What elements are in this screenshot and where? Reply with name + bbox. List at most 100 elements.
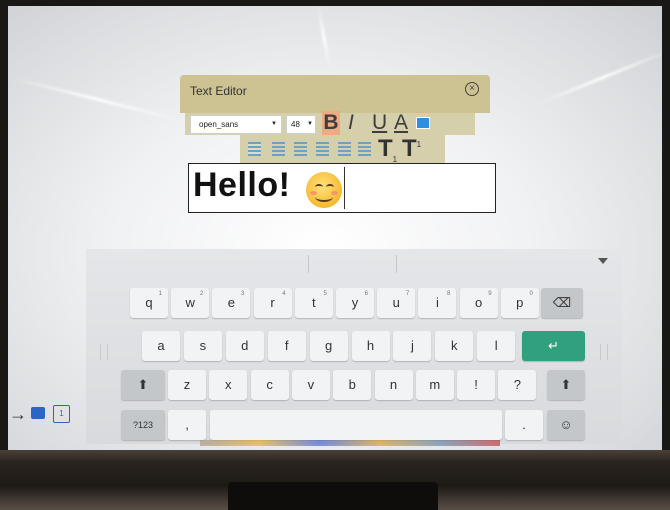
key-label: e [227, 295, 235, 310]
emoji-icon: ☺ [559, 417, 573, 432]
key-i[interactable]: i8 [418, 288, 457, 318]
key-z[interactable]: z [168, 370, 206, 400]
shift-icon: ⬆ [137, 377, 149, 392]
indent-icon[interactable] [338, 142, 351, 156]
key-c[interactable]: c [250, 370, 289, 400]
key-label: x [225, 377, 232, 392]
symbols-key[interactable]: ?123 [121, 410, 165, 440]
align-right-icon[interactable] [294, 142, 307, 156]
key-f[interactable]: f [267, 331, 306, 361]
key-w[interactable]: w2 [171, 288, 210, 318]
subscript-button[interactable]: T1 [378, 135, 397, 164]
keyboard-drag-handle[interactable] [600, 344, 608, 360]
monitor-stand [228, 482, 438, 510]
text-editor-panel: Text Editor × open_sans ▼ 48 ▼ B I U A T… [180, 75, 496, 213]
period-key[interactable]: . [505, 410, 543, 440]
shift-key-left[interactable]: ⬆ [121, 370, 165, 400]
close-icon[interactable]: × [465, 82, 479, 96]
underline-button[interactable]: U [372, 111, 387, 135]
key-x[interactable]: x [209, 370, 248, 400]
key-u[interactable]: u7 [377, 288, 416, 318]
key-label: a [157, 338, 165, 353]
align-center-icon[interactable] [272, 142, 285, 156]
key-q[interactable]: q1 [130, 288, 168, 318]
key-o[interactable]: o9 [459, 288, 498, 318]
shift-key-right[interactable]: ⬆ [547, 370, 585, 400]
key-label: r [270, 295, 275, 310]
key-m[interactable]: m [415, 370, 454, 400]
key-j[interactable]: j [393, 331, 432, 361]
key-g[interactable]: g [309, 331, 348, 361]
key-number-hint: 9 [488, 291, 492, 297]
bold-button[interactable]: B [322, 111, 340, 135]
superscript-button[interactable]: T1 [402, 135, 421, 163]
enter-key[interactable]: ↵ [522, 331, 585, 361]
key-label: j [410, 338, 414, 353]
key-r[interactable]: r4 [253, 288, 292, 318]
key-label: ? [513, 377, 521, 392]
comma-key[interactable]: , [168, 410, 206, 440]
key-number-hint: 1 [158, 291, 162, 297]
emoji-key[interactable]: ☺ [547, 410, 585, 440]
align-left-icon[interactable] [248, 142, 261, 156]
key-label: z [183, 377, 191, 392]
key-number-hint: 7 [405, 291, 410, 297]
text-editor-title: Text Editor [190, 84, 247, 98]
text-input-area[interactable]: Hello! [188, 163, 496, 213]
key-label: q [145, 295, 153, 310]
key-number-hint: 2 [199, 291, 204, 297]
key-n[interactable]: n [374, 370, 413, 400]
align-justify-icon[interactable] [316, 142, 329, 156]
key-v[interactable]: v [291, 370, 330, 400]
key-question[interactable]: ? [498, 370, 537, 400]
outdent-icon[interactable] [358, 142, 371, 156]
font-family-select[interactable]: open_sans ▼ [190, 115, 282, 134]
key-label: m [429, 377, 441, 392]
background-color-icon[interactable] [416, 117, 430, 129]
key-s[interactable]: s [183, 331, 222, 361]
text-content: Hello! [193, 166, 291, 204]
key-p[interactable]: p0 [500, 288, 539, 318]
key-label: y [351, 295, 359, 310]
key-exclamation[interactable]: ! [457, 370, 496, 400]
font-color-button[interactable]: A [394, 111, 408, 135]
key-b[interactable]: b [333, 370, 372, 400]
arrow-right-icon[interactable]: → [9, 404, 27, 425]
key-label: f [284, 338, 289, 353]
key-label: v [307, 377, 315, 392]
keyboard-collapse-icon[interactable] [598, 258, 608, 264]
key-number-hint: 4 [282, 291, 286, 297]
key-label: ! [474, 377, 478, 392]
smiling-face-emoji-icon [306, 172, 342, 208]
enter-icon: ↵ [548, 338, 559, 353]
key-y[interactable]: y6 [336, 288, 374, 318]
page-icon[interactable]: 1 [53, 405, 70, 423]
key-e[interactable]: e3 [212, 288, 251, 318]
key-label: n [389, 377, 398, 392]
key-t[interactable]: t5 [294, 288, 333, 318]
key-label: w [185, 295, 195, 310]
key-k[interactable]: k [435, 331, 474, 361]
font-size-select[interactable]: 48 ▼ [286, 115, 316, 134]
chevron-down-icon: ▼ [271, 121, 277, 127]
screen-glare [532, 48, 662, 107]
superscript-letter: T [402, 135, 417, 162]
italic-button[interactable]: I [348, 111, 354, 135]
key-number-hint: 5 [323, 291, 327, 297]
key-h[interactable]: h [351, 331, 390, 361]
list-icon[interactable] [31, 407, 45, 419]
key-label: g [324, 338, 333, 353]
shift-icon: ⬆ [560, 377, 572, 392]
subscript-letter: T [378, 135, 393, 162]
suggestion-divider [308, 255, 309, 273]
backspace-key[interactable]: ⌫ [541, 288, 583, 318]
key-l[interactable]: l [477, 331, 516, 361]
key-d[interactable]: d [225, 331, 264, 361]
key-label: b [348, 377, 356, 392]
key-a[interactable]: a [142, 331, 180, 361]
key-label: k [451, 338, 458, 353]
space-key[interactable] [210, 410, 502, 440]
suggestion-divider [396, 255, 397, 273]
font-family-value: open_sans [199, 120, 239, 129]
keyboard-drag-handle[interactable] [100, 344, 108, 360]
